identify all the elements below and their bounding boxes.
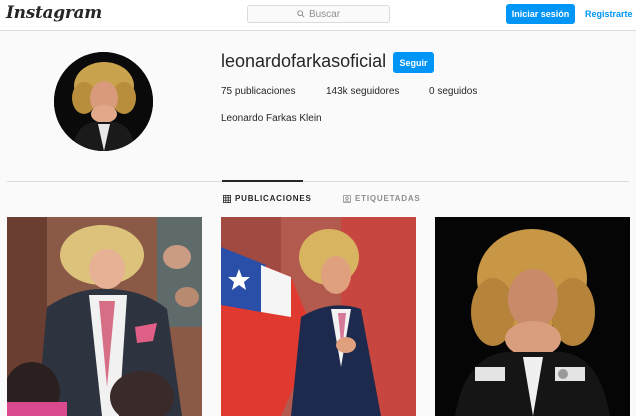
photo-man-chilean-flag [221,217,416,416]
instagram-logo[interactable]: Instagram [6,3,102,23]
stat-followers[interactable]: 143k seguidores [326,86,429,97]
login-button[interactable]: Iniciar sesión [506,4,575,24]
search-icon [297,10,305,18]
avatar-photo [54,52,153,151]
photo-man-pink-tie [7,217,202,416]
tab-posts-label: PUBLICACIONES [235,194,312,203]
top-navigation: Instagram Buscar Iniciar sesión Registra… [0,0,636,31]
grid-icon [223,194,231,203]
profile-stats: 75 publicaciones 143k seguidores 0 segui… [221,86,477,97]
stat-following[interactable]: 0 seguidos [429,86,477,97]
search-input[interactable]: Buscar [247,5,390,23]
search-placeholder: Buscar [308,8,341,20]
active-tab-indicator [222,180,303,182]
post-thumbnail[interactable] [435,217,630,416]
profile-full-name: Leonardo Farkas Klein [221,113,322,124]
register-link[interactable]: Registrarte [585,9,633,19]
post-thumbnail[interactable] [221,217,416,416]
stat-posts: 75 publicaciones [221,86,296,97]
profile-username: leonardofarkasoficial [221,51,387,71]
tabs-divider [7,181,629,182]
tab-tagged-label: ETIQUETADAS [355,194,421,203]
tab-posts[interactable]: PUBLICACIONES [223,194,312,203]
post-thumbnail[interactable] [7,217,202,416]
profile-avatar[interactable] [54,52,153,151]
photo-man-hands-clasped [435,217,630,416]
follow-button[interactable]: Seguir [393,52,434,73]
tab-tagged[interactable]: ETIQUETADAS [343,194,421,203]
tagged-icon [343,194,351,203]
